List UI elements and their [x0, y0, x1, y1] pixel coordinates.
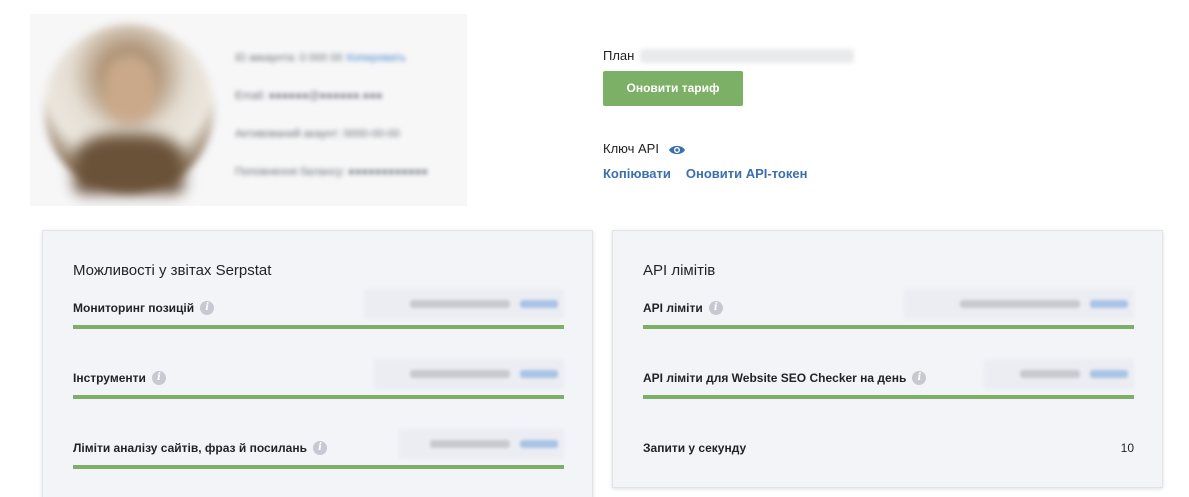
profile-line: Поповнення балансу: ●●●●●●●●●●●● — [235, 166, 428, 178]
limit-value-redacted — [904, 289, 1134, 319]
api-key-actions: Копіювати Оновити API-токен — [603, 166, 807, 181]
limit-label: Інструменти — [73, 371, 146, 385]
progress-bar — [73, 465, 564, 469]
progress-bar — [73, 395, 564, 399]
progress-bar — [643, 325, 1134, 329]
limit-value-redacted — [984, 359, 1134, 389]
api-limits-card: API лімітів API ліміти i API ліміти для … — [612, 230, 1163, 488]
copy-api-key-link[interactable]: Копіювати — [603, 166, 671, 181]
info-icon[interactable]: i — [912, 371, 927, 385]
info-icon[interactable]: i — [708, 301, 723, 315]
rps-value: 10 — [1120, 441, 1134, 455]
limit-label: API ліміти — [643, 301, 703, 315]
refresh-api-token-link[interactable]: Оновити API-токен — [686, 166, 808, 181]
card-title: API лімітів — [643, 262, 716, 279]
api-key-label: Ключ API — [603, 141, 659, 156]
plan-label: План — [603, 48, 635, 63]
profile-line: Email: ●●●●●●@●●●●●●.●●● — [235, 90, 383, 102]
reports-limits-card: Можливості у звітах Serpstat Мониторинг … — [42, 230, 593, 497]
info-icon[interactable]: i — [151, 371, 166, 385]
limit-value-redacted — [374, 359, 564, 389]
info-icon[interactable]: i — [200, 301, 215, 315]
plan-row: План — [603, 48, 855, 63]
progress-bar — [643, 395, 1134, 399]
info-icon[interactable]: i — [312, 441, 327, 455]
profile-line: ID аккаунта: 0 000 00 Копировать — [235, 52, 406, 64]
eye-icon[interactable] — [668, 143, 686, 155]
limit-value-redacted — [399, 429, 564, 459]
progress-bar — [73, 325, 564, 329]
api-key-row: Ключ API — [603, 141, 686, 156]
upgrade-plan-button[interactable]: Оновити тариф — [603, 71, 743, 106]
profile-line: Активований акаунт: 0000-00-00 — [235, 128, 400, 140]
profile-details: ID аккаунта: 0 000 00 Копировать Email: ●… — [235, 52, 455, 204]
plan-value-redacted — [640, 48, 855, 63]
limit-label: API ліміти для Website SEO Checker на де… — [643, 371, 907, 385]
card-title: Можливості у звітах Serpstat — [73, 262, 272, 279]
limit-label: Ліміти аналізу сайтів, фраз й посилань — [73, 441, 307, 455]
rps-label: Запити у секунду — [643, 441, 747, 455]
avatar — [44, 24, 214, 194]
limit-label: Мониторинг позицій — [73, 301, 195, 315]
profile-block: ID аккаунта: 0 000 00 Копировать Email: ●… — [30, 14, 467, 206]
limit-value-redacted — [364, 289, 564, 319]
